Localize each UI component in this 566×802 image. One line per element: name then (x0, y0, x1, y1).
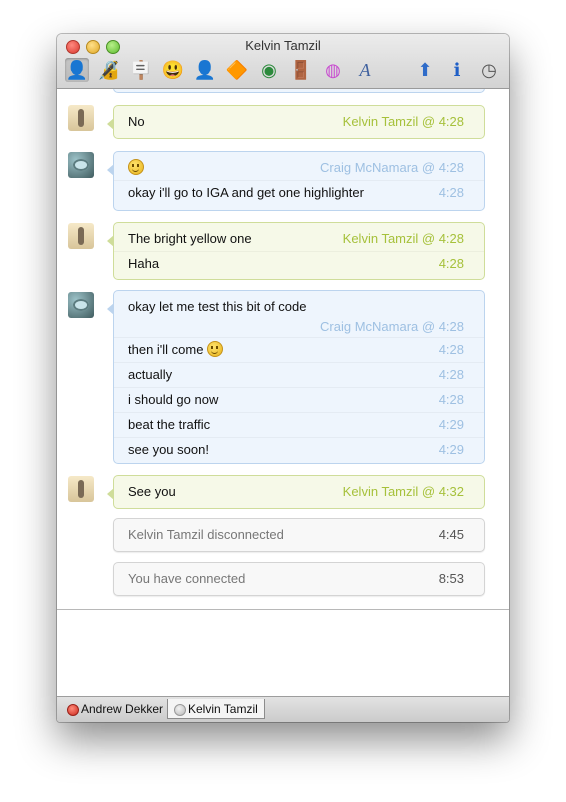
avatar (68, 152, 94, 178)
message-row: Haha 4:28 (114, 251, 484, 276)
message-time: Kelvin Tamzil @ 4:28 (342, 114, 464, 129)
message-input[interactable] (57, 610, 509, 696)
message-text: See you (128, 484, 176, 499)
tab-andrew-dekker[interactable]: Andrew Dekker (61, 699, 167, 719)
send-file-icon[interactable]: ⬆ (413, 58, 437, 82)
status-time: 4:45 (438, 527, 464, 542)
avatar (68, 105, 94, 131)
smiley-icon[interactable]: 😃 (161, 58, 185, 82)
message-time: 4:29 (438, 442, 464, 457)
signpost-icon[interactable]: 🪧 (129, 58, 153, 82)
message-time: 4:28 (438, 185, 464, 200)
tab-bar: Andrew Dekker Kelvin Tamzil (57, 696, 509, 722)
avatar (68, 292, 94, 318)
message-bubble: No Kelvin Tamzil @ 4:28 (107, 105, 485, 139)
status-row: You have connected 8:53 (114, 567, 484, 591)
tab-label: Kelvin Tamzil (188, 702, 258, 716)
tab-kelvin-tamzil[interactable]: Kelvin Tamzil (167, 699, 265, 719)
message-row: The bright yellow one Kelvin Tamzil @ 4:… (114, 227, 484, 251)
message-bubble: See you Kelvin Tamzil @ 4:32 (107, 475, 485, 509)
chat-transcript[interactable]: No Kelvin Tamzil @ 4:28 Craig McNamara @… (57, 89, 509, 609)
status-message: You have connected 8:53 (113, 562, 485, 596)
message-text: No (128, 114, 145, 129)
message-time: 4:29 (438, 417, 464, 432)
direction-sign-icon[interactable]: 🔶 (225, 58, 249, 82)
message-row: Craig McNamara @ 4:28 (114, 156, 484, 180)
color-wheel-icon[interactable]: ◍ (321, 58, 345, 82)
lock-icon[interactable]: 🔏 (97, 58, 121, 82)
message-text: okay i'll go to IGA and get one highligh… (128, 185, 364, 200)
message-row: Craig McNamara @ 4:28 (114, 317, 484, 337)
message-time: 4:28 (438, 342, 464, 357)
status-time: 8:53 (438, 571, 464, 586)
message-text: beat the traffic (128, 417, 211, 432)
message-time: Kelvin Tamzil @ 4:32 (342, 484, 464, 499)
message-row: beat the traffic 4:29 (114, 412, 484, 437)
clock-icon[interactable]: ◷ (477, 58, 501, 82)
message-text: then i'll come (128, 342, 204, 357)
message-text: actually (128, 367, 173, 382)
message-text: see you soon! (128, 442, 209, 457)
status-text: Kelvin Tamzil disconnected (128, 527, 284, 542)
message-row: okay let me test this bit of code (114, 297, 484, 317)
title-bar[interactable]: Kelvin Tamzil 👤 🔏 🪧 😃 👤 🔶 ◉ 🚪 ◍ A ⬆ ℹ ◷ (57, 34, 509, 89)
status-dot-icon (67, 704, 79, 716)
message-text: okay let me test this bit of code (128, 299, 307, 314)
message-time: 4:28 (438, 392, 464, 407)
font-icon[interactable]: A (353, 58, 377, 82)
smiley-emoticon-icon (207, 341, 224, 357)
status-text: You have connected (128, 571, 246, 586)
message-row: i should go now 4:28 (114, 387, 484, 412)
message-text: i should go now (128, 392, 219, 407)
message-bubble: okay let me test this bit of code Craig … (107, 290, 485, 464)
message-text: The bright yellow one (128, 231, 252, 246)
message-row: see you soon! 4:29 (114, 437, 484, 462)
smiley-emoticon-icon (128, 159, 144, 175)
door-icon[interactable]: 🚪 (289, 58, 313, 82)
window-title: Kelvin Tamzil (245, 38, 321, 53)
message-time: Kelvin Tamzil @ 4:28 (342, 231, 464, 246)
message-row: See you Kelvin Tamzil @ 4:32 (114, 480, 484, 504)
message-row: No Kelvin Tamzil @ 4:28 (114, 110, 484, 134)
partial-bubble (113, 89, 485, 93)
message-bubble: Craig McNamara @ 4:28 okay i'll go to IG… (107, 151, 485, 211)
message-bubble: The bright yellow one Kelvin Tamzil @ 4:… (107, 222, 485, 280)
message-row: then i'll come 4:28 (114, 337, 484, 362)
message-time: 4:28 (438, 256, 464, 271)
status-row: Kelvin Tamzil disconnected 4:45 (114, 523, 484, 547)
chrome-icon[interactable]: ◉ (257, 58, 281, 82)
user-info-icon[interactable]: 👤 (65, 58, 89, 82)
message-row: okay i'll go to IGA and get one highligh… (114, 180, 484, 205)
avatar (68, 476, 94, 502)
info-icon[interactable]: ℹ (445, 58, 469, 82)
message-row: actually 4:28 (114, 362, 484, 387)
chat-window: Kelvin Tamzil 👤 🔏 🪧 😃 👤 🔶 ◉ 🚪 ◍ A ⬆ ℹ ◷ … (57, 34, 509, 722)
status-dot-icon (174, 704, 186, 716)
avatar (68, 223, 94, 249)
block-user-icon[interactable]: 👤 (193, 58, 217, 82)
message-time: 4:28 (438, 367, 464, 382)
tab-label: Andrew Dekker (81, 702, 164, 716)
sender-header: Craig McNamara @ 4:28 (320, 319, 464, 334)
message-text: Haha (128, 256, 160, 271)
status-message: Kelvin Tamzil disconnected 4:45 (113, 518, 485, 552)
sender-header: Craig McNamara @ 4:28 (320, 160, 464, 175)
